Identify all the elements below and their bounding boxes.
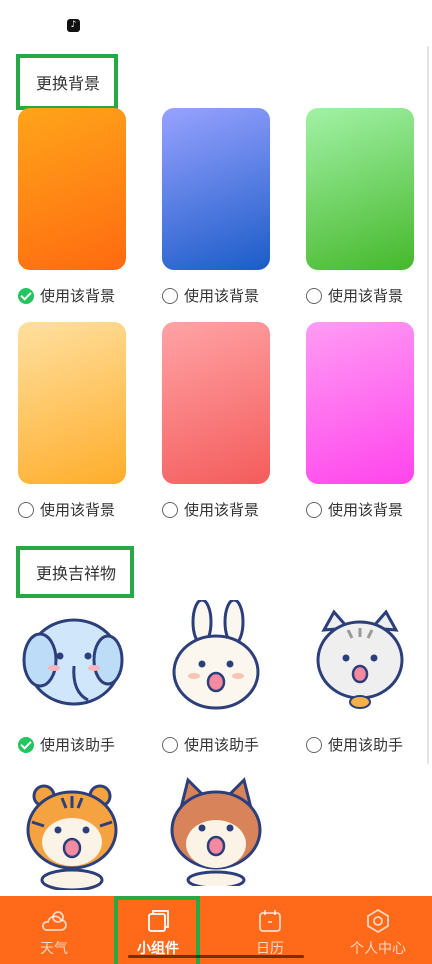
fox-mascot-image[interactable]	[160, 774, 272, 886]
calendar-icon	[259, 910, 281, 932]
rabbit-mascot-image[interactable]	[160, 600, 272, 712]
use-mascot-option[interactable]: 使用该助手	[18, 734, 115, 755]
profile-icon	[367, 908, 389, 934]
radio-circle-icon	[306, 501, 322, 518]
home-indicator	[128, 955, 304, 958]
tab-profile-label: 个人中心	[350, 941, 406, 957]
section-title-background: 更换背景	[16, 54, 118, 110]
check-circle-icon	[18, 736, 34, 753]
tab-weather[interactable]: 天气	[12, 896, 96, 964]
background-swatch-green[interactable]	[306, 108, 414, 270]
use-background-label: 使用该背景	[184, 287, 260, 305]
use-background-option[interactable]: 使用该背景	[306, 285, 403, 306]
tab-profile[interactable]: 个人中心	[336, 896, 420, 964]
use-mascot-label: 使用该助手	[184, 736, 260, 754]
use-background-option[interactable]: 使用该背景	[18, 285, 115, 306]
background-swatch-red[interactable]	[162, 322, 270, 484]
radio-circle-icon	[18, 501, 34, 518]
radio-circle-icon	[162, 736, 178, 753]
use-background-option[interactable]: 使用该背景	[162, 499, 259, 520]
radio-circle-icon	[162, 287, 178, 304]
use-background-option[interactable]: 使用该背景	[306, 499, 403, 520]
tiktok-icon: ♪	[67, 19, 80, 32]
background-swatch-orange[interactable]	[18, 108, 126, 270]
status-bar: ♪	[0, 0, 432, 46]
background-swatch-blue[interactable]	[162, 108, 270, 270]
use-background-label: 使用该背景	[40, 287, 116, 305]
use-background-option[interactable]: 使用该背景	[162, 285, 259, 306]
use-background-option[interactable]: 使用该背景	[18, 499, 115, 520]
use-mascot-option[interactable]: 使用该助手	[306, 734, 403, 755]
use-background-label: 使用该背景	[328, 287, 404, 305]
elephant-mascot-image[interactable]	[16, 604, 128, 716]
scrollbar[interactable]	[427, 46, 429, 764]
use-background-label: 使用该背景	[328, 501, 404, 519]
check-circle-icon	[18, 287, 34, 304]
weather-icon	[42, 911, 67, 931]
radio-circle-icon	[306, 287, 322, 304]
use-mascot-option[interactable]: 使用该助手	[162, 734, 259, 755]
use-mascot-label: 使用该助手	[40, 736, 116, 754]
use-background-label: 使用该背景	[184, 501, 260, 519]
background-swatch-yellow[interactable]	[18, 322, 126, 484]
section-title-mascot: 更换吉祥物	[16, 546, 134, 598]
cat-mascot-image[interactable]	[304, 604, 416, 716]
tiger-mascot-image[interactable]	[16, 778, 128, 890]
radio-circle-icon	[162, 501, 178, 518]
use-background-label: 使用该背景	[40, 501, 116, 519]
tab-weather-label: 天气	[40, 941, 68, 957]
radio-circle-icon	[306, 736, 322, 753]
tab-calendar[interactable]: 日历	[228, 896, 312, 964]
use-mascot-label: 使用该助手	[328, 736, 404, 754]
active-tab-highlight	[114, 896, 200, 964]
bottom-tab-bar: 天气 小组件 日历 个人中心	[0, 896, 432, 964]
background-swatch-pink[interactable]	[306, 322, 414, 484]
